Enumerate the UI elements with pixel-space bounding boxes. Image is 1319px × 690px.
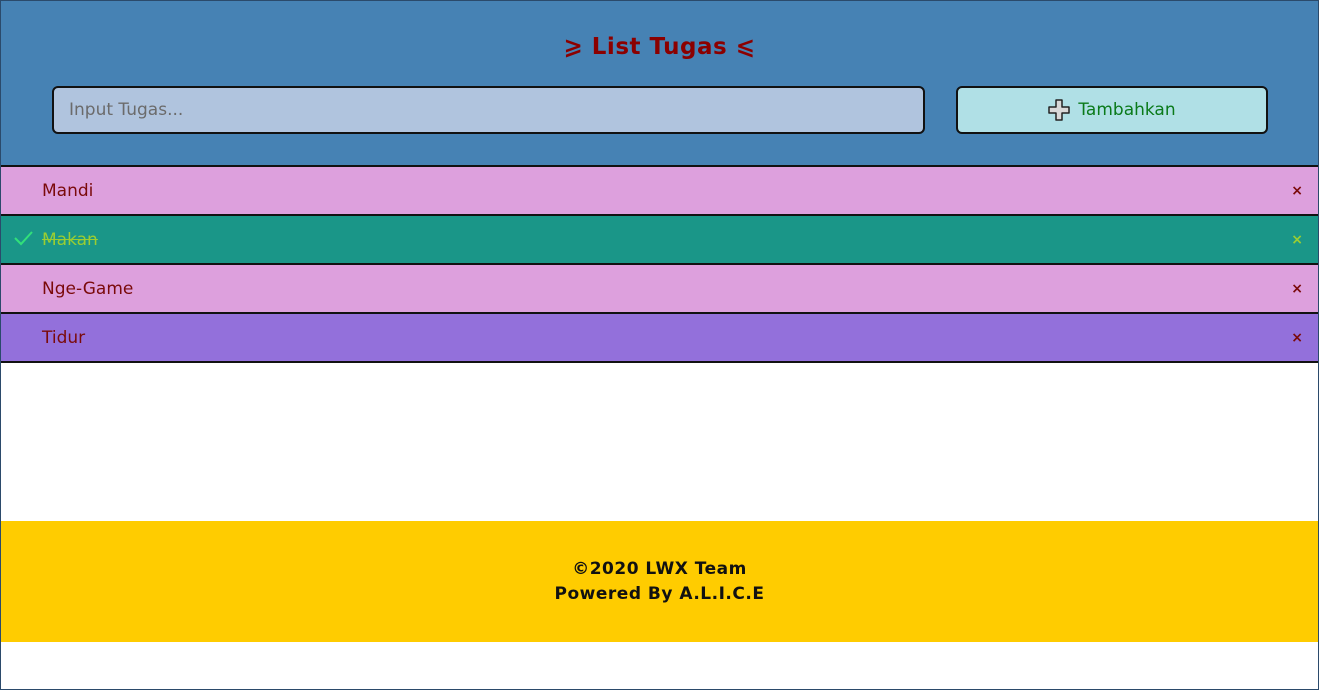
task-item[interactable]: Nge-Game × [1, 263, 1318, 312]
footer: ©2020 LWX Team Powered By A.L.I.C.E [1, 521, 1318, 642]
task-input-container [52, 86, 925, 134]
task-label: Tidur [42, 327, 86, 348]
task-item[interactable]: Tidur × [1, 312, 1318, 363]
footer-copyright: ©2020 LWX Team [572, 558, 747, 579]
task-item[interactable]: Makan × [1, 214, 1318, 263]
task-label: Nge-Game [42, 278, 134, 299]
delete-task-icon[interactable]: × [1291, 330, 1303, 346]
task-input[interactable] [54, 88, 923, 132]
checkmark-icon [13, 228, 33, 248]
delete-task-icon[interactable]: × [1291, 232, 1303, 248]
task-label: Mandi [42, 180, 94, 201]
header: ⩾ List Tugas ⩽ Tambahkan [1, 1, 1318, 165]
footer-powered-by: Powered By A.L.I.C.E [554, 583, 765, 604]
delete-task-icon[interactable]: × [1291, 183, 1303, 199]
task-label: Makan [42, 229, 98, 250]
task-list: Mandi × Makan × Nge-Game × Tidur × [1, 165, 1318, 363]
delete-task-icon[interactable]: × [1291, 281, 1303, 297]
plus-icon [1048, 99, 1071, 121]
add-task-button-label: Tambahkan [1078, 100, 1176, 120]
add-task-button[interactable]: Tambahkan [956, 86, 1268, 134]
page-title: ⩾ List Tugas ⩽ [563, 34, 756, 60]
app-window: ⩾ List Tugas ⩽ Tambahkan Mandi×Makan×Nge… [0, 0, 1319, 690]
task-item[interactable]: Mandi × [1, 165, 1318, 214]
